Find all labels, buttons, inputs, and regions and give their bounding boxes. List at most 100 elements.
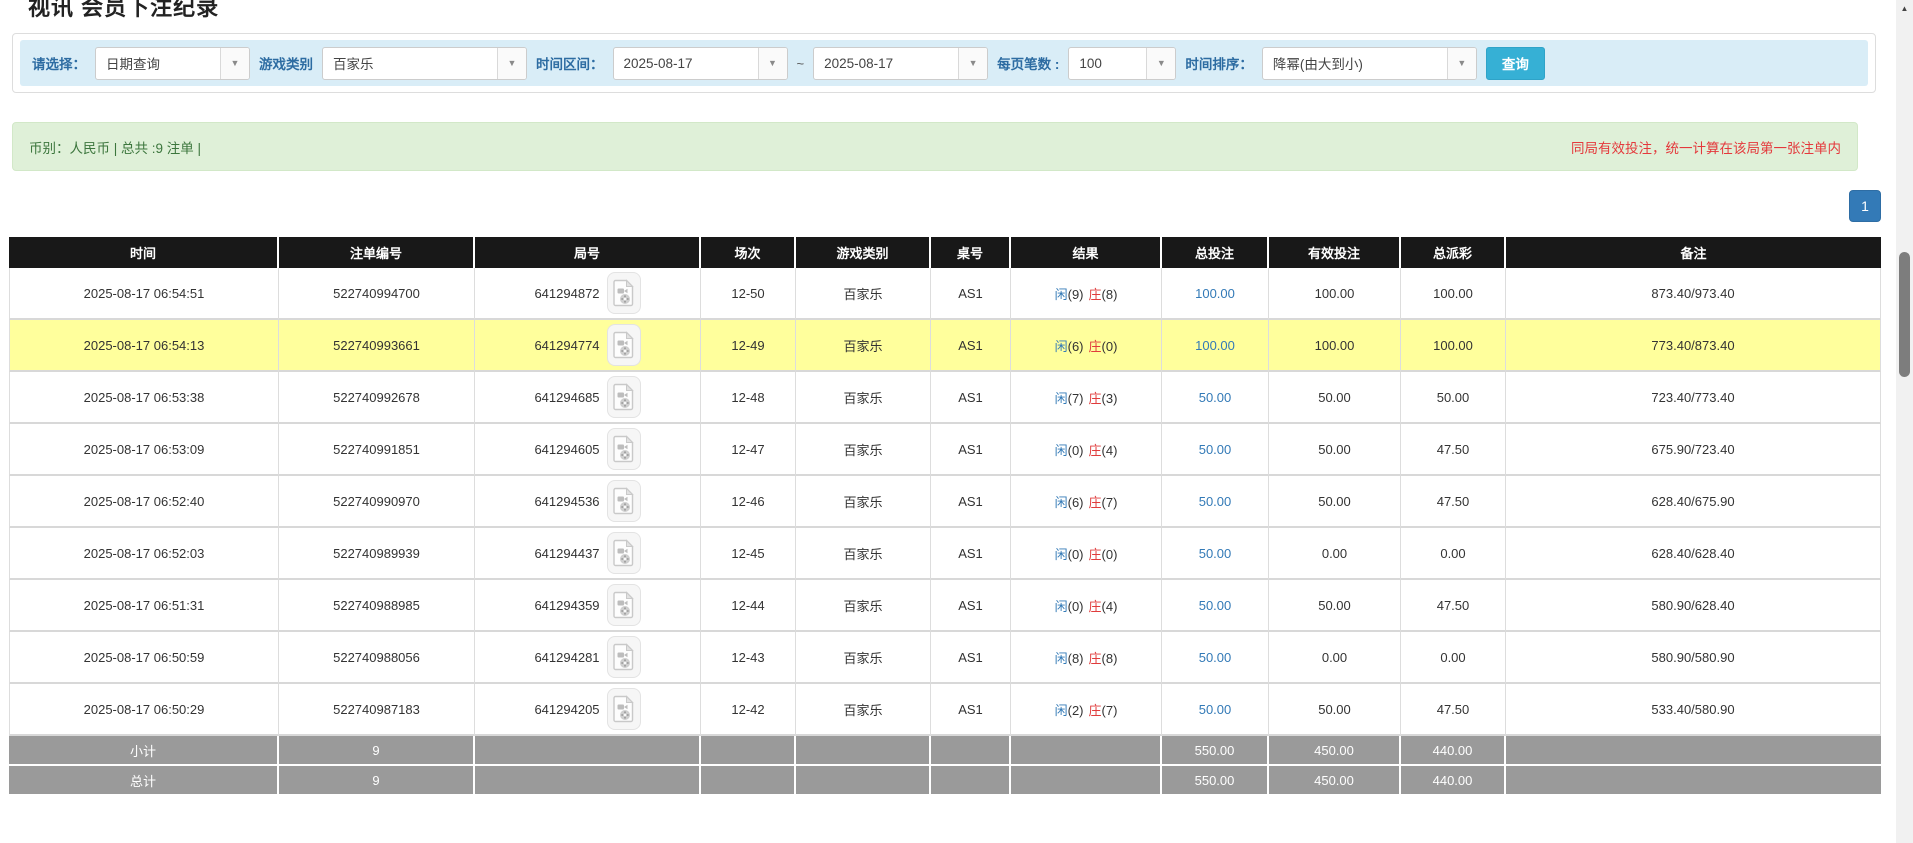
session-cell: 12-43	[701, 632, 796, 684]
game-type-label: 游戏类别	[259, 53, 313, 73]
video-button[interactable]	[607, 688, 641, 730]
video-button[interactable]	[607, 324, 641, 366]
round-number: 641294605	[534, 442, 599, 457]
column-header: 场次	[701, 237, 796, 268]
total-bet-link[interactable]: 100.00	[1195, 286, 1235, 301]
scrollbar-thumb[interactable]	[1899, 252, 1910, 377]
round-cell: 641294536	[475, 476, 701, 528]
total-bet-link[interactable]: 50.00	[1199, 494, 1232, 509]
total-bet-cell: 50.00	[1162, 372, 1269, 424]
total-bet-link[interactable]: 50.00	[1199, 442, 1232, 457]
chevron-down-icon[interactable]: ▼	[1447, 48, 1476, 79]
round-number: 641294872	[534, 286, 599, 301]
scroll-up-arrow-icon[interactable]: ▲	[1896, 0, 1913, 16]
page-title: 视讯 会员下注纪录	[28, 0, 219, 22]
time-range-label: 时间区间：	[536, 53, 604, 73]
summary-total-bet-cell: 550.00	[1162, 736, 1269, 766]
summary-valid-bet-cell: 450.00	[1269, 736, 1401, 766]
column-header: 注单编号	[279, 237, 475, 268]
valid-bet-cell: 100.00	[1269, 320, 1401, 372]
remark-cell: 580.90/580.90	[1506, 632, 1881, 684]
summary-count-cell: 9	[279, 766, 475, 796]
total-bet-link[interactable]: 50.00	[1199, 390, 1232, 405]
payout-cell: 100.00	[1401, 268, 1506, 320]
round-cell: 641294205	[475, 684, 701, 736]
video-button[interactable]	[607, 428, 641, 470]
total-bet-link[interactable]: 100.00	[1195, 338, 1235, 353]
remark-cell: 675.90/723.40	[1506, 424, 1881, 476]
page-1-button[interactable]: 1	[1849, 190, 1881, 222]
total-bet-link[interactable]: 50.00	[1199, 546, 1232, 561]
player-result-score: (9)	[1068, 287, 1084, 302]
time-sort-value: 降幂(由大到小)	[1263, 48, 1447, 79]
result-cell: 闲(6)庄(7)	[1011, 476, 1162, 528]
bet-id-cell: 522740992678	[279, 372, 475, 424]
remark-cell: 873.40/973.40	[1506, 268, 1881, 320]
video-button[interactable]	[607, 376, 641, 418]
banker-result-label: 庄	[1089, 547, 1102, 562]
video-button[interactable]	[607, 532, 641, 574]
date-to-picker[interactable]: 2025-08-17 ▼	[813, 47, 988, 80]
player-result-label: 闲	[1055, 599, 1068, 614]
chevron-down-icon[interactable]: ▼	[497, 48, 526, 79]
date-from-picker[interactable]: 2025-08-17 ▼	[613, 47, 788, 80]
column-header: 结果	[1011, 237, 1162, 268]
result-cell: 闲(0)庄(4)	[1011, 424, 1162, 476]
session-cell: 12-49	[701, 320, 796, 372]
game-type-dropdown[interactable]: 百家乐 ▼	[322, 47, 527, 80]
table-number-cell: AS1	[931, 320, 1011, 372]
range-separator: ~	[797, 56, 805, 71]
summary-empty-cell	[475, 766, 701, 796]
summary-empty-cell	[796, 736, 931, 766]
time-cell: 2025-08-17 06:53:09	[9, 424, 279, 476]
time-sort-dropdown[interactable]: 降幂(由大到小) ▼	[1262, 47, 1477, 80]
round-number: 641294536	[534, 494, 599, 509]
time-cell: 2025-08-17 06:51:31	[9, 580, 279, 632]
player-result-label: 闲	[1055, 287, 1068, 302]
payout-cell: 47.50	[1401, 424, 1506, 476]
round-number: 641294437	[534, 546, 599, 561]
total-bet-link[interactable]: 50.00	[1199, 702, 1232, 717]
pagination: 1	[1849, 190, 1881, 222]
player-result-label: 闲	[1055, 339, 1068, 354]
search-button[interactable]: 查询	[1486, 47, 1545, 80]
player-result-label: 闲	[1055, 547, 1068, 562]
video-button[interactable]	[607, 480, 641, 522]
bet-id-cell: 522740990970	[279, 476, 475, 528]
chevron-down-icon[interactable]: ▼	[758, 48, 787, 79]
summary-empty-cell	[701, 766, 796, 796]
chevron-down-icon[interactable]: ▼	[958, 48, 987, 79]
valid-bet-cell: 0.00	[1269, 632, 1401, 684]
column-header: 备注	[1506, 237, 1881, 268]
video-button[interactable]	[607, 272, 641, 314]
total-bet-cell: 50.00	[1162, 632, 1269, 684]
query-type-dropdown[interactable]: 日期查询 ▼	[95, 47, 250, 80]
time-cell: 2025-08-17 06:54:51	[9, 268, 279, 320]
summary-empty-cell	[1506, 736, 1881, 766]
session-cell: 12-45	[701, 528, 796, 580]
banker-result-score: (0)	[1102, 339, 1118, 354]
video-button[interactable]	[607, 636, 641, 678]
summary-empty-cell	[796, 766, 931, 796]
table-number-cell: AS1	[931, 632, 1011, 684]
player-result-score: (2)	[1068, 703, 1084, 718]
banker-result-score: (8)	[1102, 651, 1118, 666]
video-button[interactable]	[607, 584, 641, 626]
total-bet-cell: 50.00	[1162, 528, 1269, 580]
total-bet-cell: 50.00	[1162, 580, 1269, 632]
video-record-icon	[613, 487, 635, 515]
filter-bar: 请选择： 日期查询 ▼ 游戏类别 百家乐 ▼ 时间区间： 2025-08-17 …	[20, 40, 1868, 86]
page-size-value: 100	[1069, 48, 1146, 79]
time-cell: 2025-08-17 06:50:29	[9, 684, 279, 736]
vertical-scrollbar[interactable]: ▲	[1896, 0, 1913, 843]
chevron-down-icon[interactable]: ▼	[220, 48, 249, 79]
chevron-down-icon[interactable]: ▼	[1146, 48, 1175, 79]
total-bet-link[interactable]: 50.00	[1199, 598, 1232, 613]
query-type-label: 请选择：	[32, 53, 86, 73]
filter-panel: 请选择： 日期查询 ▼ 游戏类别 百家乐 ▼ 时间区间： 2025-08-17 …	[12, 33, 1876, 93]
result-cell: 闲(0)庄(0)	[1011, 528, 1162, 580]
page-size-dropdown[interactable]: 100 ▼	[1068, 47, 1176, 80]
total-bet-link[interactable]: 50.00	[1199, 650, 1232, 665]
video-record-icon	[613, 383, 635, 411]
table-row: 2025-08-17 06:50:29522740987183641294205…	[9, 684, 1881, 736]
